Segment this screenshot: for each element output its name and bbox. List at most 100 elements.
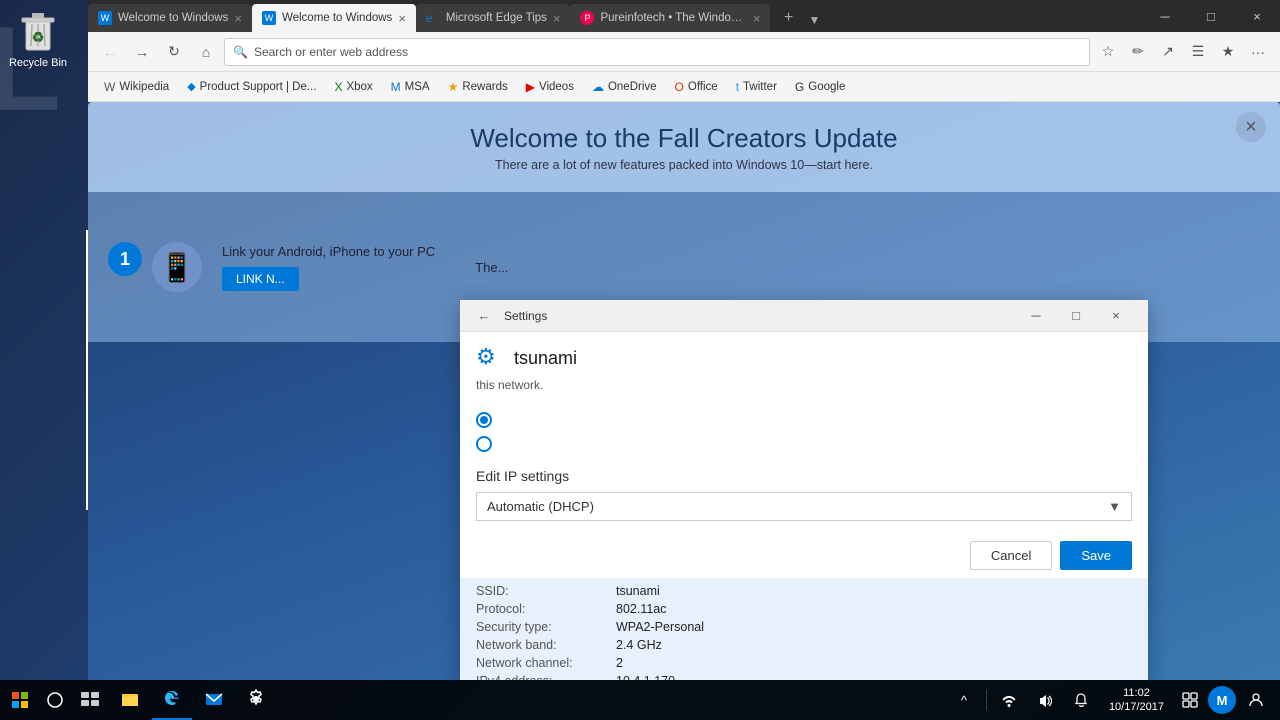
- web-notes-button[interactable]: ✏: [1124, 38, 1152, 66]
- settings-network-header: ⚙ tsunami: [460, 332, 1148, 378]
- recycle-bin-icon: ♻: [18, 10, 58, 54]
- browser-titlebar: W Welcome to Windows × W Welcome to Wind…: [88, 0, 1280, 32]
- settings-titlebar: ← Settings ─ □ ×: [460, 300, 1148, 332]
- bookmark-office[interactable]: O Office: [667, 78, 726, 96]
- welcome-title: Welcome to the Fall Creators Update: [470, 123, 897, 154]
- taskbar-settings[interactable]: [236, 680, 276, 720]
- tray-notifications-icon[interactable]: [1065, 680, 1097, 720]
- more-button[interactable]: ···: [1244, 38, 1272, 66]
- link-phone-text: Link your Android, iPhone to your PC: [222, 244, 435, 259]
- bookmark-msa[interactable]: M MSA: [383, 78, 438, 96]
- bookmark-favicon-videos: ▶: [526, 80, 535, 94]
- wifi-protocol-row: Protocol: 802.11ac: [476, 600, 1132, 618]
- tab-title-1: Welcome to Windows: [118, 12, 228, 24]
- settings-radio-section: [460, 404, 1148, 460]
- task-view-button[interactable]: [70, 680, 110, 720]
- settings-buttons: Cancel Save: [460, 533, 1148, 578]
- taskbar-edge[interactable]: [152, 680, 192, 720]
- refresh-button[interactable]: ↻: [160, 38, 188, 66]
- settings-gear-icon: ⚙: [476, 344, 504, 372]
- tab-overflow-button[interactable]: ▼: [802, 8, 826, 32]
- bookmark-favicon-wikipedia: W: [104, 80, 115, 94]
- share-button[interactable]: ↗: [1154, 38, 1182, 66]
- tray-network-icon[interactable]: [993, 680, 1025, 720]
- radio-on-circle: [476, 412, 492, 428]
- bookmark-twitter[interactable]: t Twitter: [728, 78, 785, 96]
- close-button[interactable]: ×: [1234, 0, 1280, 32]
- browser-tab-4[interactable]: P Pureinfotech • The Window... ×: [570, 4, 770, 32]
- radio-on[interactable]: [476, 412, 1132, 428]
- settings-minimize-button[interactable]: ─: [1016, 300, 1056, 332]
- search-icon: 🔍: [233, 45, 248, 59]
- settings-content: ⚙ tsunami this network.: [460, 332, 1148, 680]
- taskbar-mail[interactable]: [194, 680, 234, 720]
- welcome-subtitle: There are a lot of new features packed i…: [495, 158, 873, 172]
- browser-tab-1[interactable]: W Welcome to Windows ×: [88, 4, 252, 32]
- settings-cancel-button[interactable]: Cancel: [970, 541, 1052, 570]
- ip-dropdown[interactable]: Automatic (DHCP) ▼: [476, 492, 1132, 521]
- tray-show-hidden[interactable]: ^: [948, 680, 980, 720]
- wifi-channel-row: Network channel: 2: [476, 654, 1132, 672]
- edit-ip-section: Edit IP settings Automatic (DHCP) ▼: [460, 460, 1148, 533]
- bookmark-google[interactable]: G Google: [787, 78, 853, 96]
- security-label: Security type:: [476, 620, 616, 634]
- browser-tab-3[interactable]: e Microsoft Edge Tips ×: [416, 4, 571, 32]
- back-button[interactable]: ←: [96, 38, 124, 66]
- cortana-icon: [47, 692, 63, 708]
- wifi-security-row: Security type: WPA2-Personal: [476, 618, 1132, 636]
- settings-save-button[interactable]: Save: [1060, 541, 1132, 570]
- tab-close-2[interactable]: ×: [398, 11, 406, 26]
- bookmark-favicon-xbox: X: [334, 80, 342, 94]
- home-button[interactable]: ⌂: [192, 38, 220, 66]
- bookmark-rewards[interactable]: ★ Rewards: [440, 78, 516, 96]
- bookmark-label-onedrive: OneDrive: [608, 81, 657, 93]
- link-now-button[interactable]: LINK N...: [222, 267, 299, 291]
- bookmark-videos[interactable]: ▶ Videos: [518, 78, 582, 96]
- tray-people-icon[interactable]: [1240, 680, 1272, 720]
- tab-favicon-2: W: [262, 11, 276, 25]
- system-clock[interactable]: 11:02 10/17/2017: [1101, 686, 1172, 715]
- forward-button[interactable]: →: [128, 38, 156, 66]
- action-center-button[interactable]: [1176, 680, 1204, 720]
- taskbar-file-explorer[interactable]: [110, 680, 150, 720]
- reading-view-button[interactable]: ☰: [1184, 38, 1212, 66]
- bookmark-label-videos: Videos: [539, 81, 574, 93]
- clock-date: 10/17/2017: [1109, 700, 1164, 714]
- people-icon: [1248, 692, 1264, 708]
- dropdown-arrow-icon: ▼: [1108, 499, 1121, 514]
- bookmark-support[interactable]: ◆ Product Support | De...: [179, 78, 324, 95]
- start-button[interactable]: [0, 680, 40, 720]
- bookmark-wikipedia[interactable]: W Wikipedia: [96, 78, 177, 96]
- maximize-button[interactable]: □: [1188, 0, 1234, 32]
- user-avatar[interactable]: M: [1208, 686, 1236, 714]
- browser-tab-2[interactable]: W Welcome to Windows ×: [252, 4, 416, 32]
- settings-maximize-button[interactable]: □: [1056, 300, 1096, 332]
- recycle-bin[interactable]: ♻ Recycle Bin: [8, 10, 68, 69]
- bookmark-label-xbox: Xbox: [346, 81, 372, 93]
- network-icon: [1002, 693, 1016, 707]
- tray-volume-icon[interactable]: [1029, 680, 1061, 720]
- minimize-button[interactable]: ─: [1142, 0, 1188, 32]
- favorites-button[interactable]: ☆: [1094, 38, 1122, 66]
- tab-close-3[interactable]: ×: [553, 11, 561, 26]
- tab-close-4[interactable]: ×: [753, 11, 761, 26]
- wifi-info-section: SSID: tsunami Protocol: 802.11ac Securit…: [460, 578, 1148, 680]
- settings-back-button[interactable]: ←: [472, 304, 496, 328]
- tab-close-1[interactable]: ×: [234, 11, 242, 26]
- welcome-close-button[interactable]: ×: [1236, 112, 1266, 142]
- settings-network-name: tsunami: [514, 348, 577, 369]
- radio-group: [476, 412, 1132, 452]
- bookmark-xbox[interactable]: X Xbox: [326, 78, 380, 96]
- cortana-button[interactable]: [40, 680, 70, 720]
- hub-button[interactable]: ★: [1214, 38, 1242, 66]
- settings-win-controls: ─ □ ×: [1016, 300, 1136, 332]
- bookmark-onedrive[interactable]: ☁ OneDrive: [584, 78, 665, 96]
- there-text: The...: [475, 260, 508, 275]
- tab-title-3: Microsoft Edge Tips: [446, 12, 547, 24]
- radio-off[interactable]: [476, 436, 1132, 452]
- settings-close-button[interactable]: ×: [1096, 300, 1136, 332]
- address-bar[interactable]: 🔍 Search or enter web address: [224, 38, 1090, 66]
- taskbar-apps: [110, 680, 948, 720]
- new-tab-button[interactable]: +: [774, 4, 802, 32]
- bookmark-label-office: Office: [688, 81, 718, 93]
